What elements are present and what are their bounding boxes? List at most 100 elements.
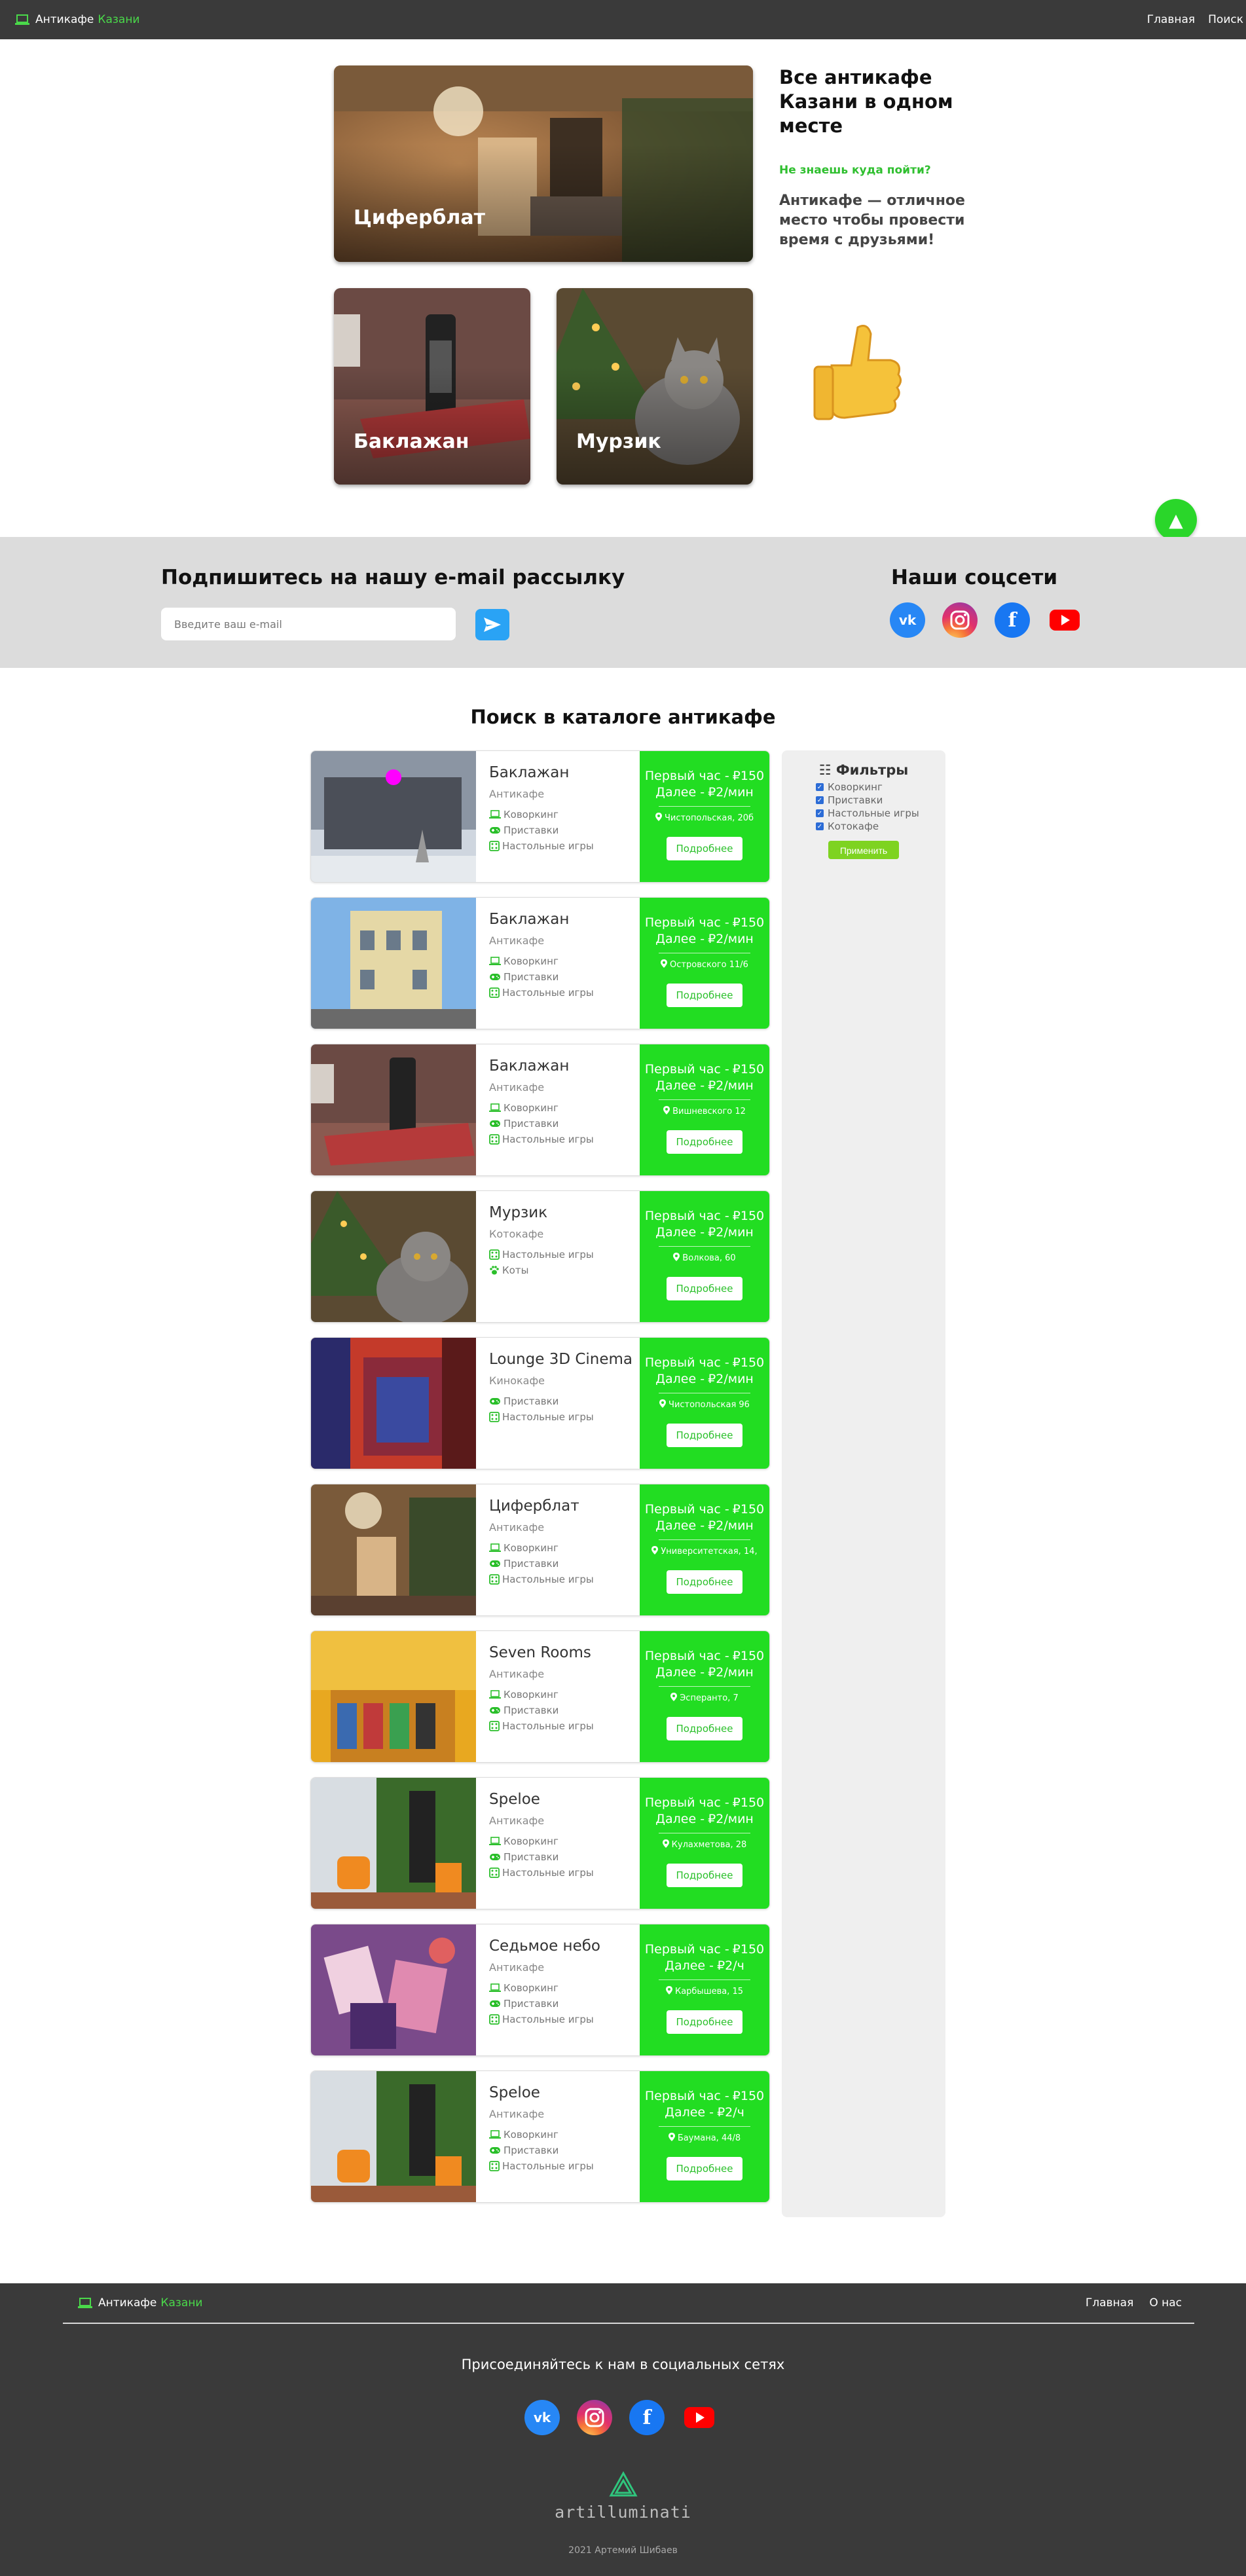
gamepad-icon: [490, 827, 500, 834]
gamepad-icon: [490, 974, 500, 980]
vk-icon[interactable]: vk: [890, 602, 925, 638]
nav-link-search[interactable]: Поиск: [1208, 13, 1243, 26]
feature-item: Приставки: [489, 969, 633, 985]
details-button[interactable]: Подробнее: [667, 2010, 742, 2034]
filters-panel: ☷ Фильтры ✓ Коворкинг ✓ Приставки ✓ Настоль…: [782, 750, 945, 2217]
price-divider: [659, 1099, 750, 1100]
gamepad-icon: [490, 1560, 500, 1567]
tile-label: Мурзик: [576, 430, 661, 453]
catalog-card[interactable]: Мурзик Котокафе Настольные игры Коты Перв…: [310, 1190, 770, 1323]
feature-item: Настольные игры: [489, 2158, 633, 2174]
brand-link[interactable]: Антикафе Казани: [14, 13, 139, 26]
price-divider: [659, 806, 750, 807]
facebook-icon[interactable]: f: [629, 2400, 665, 2435]
price-panel: Первый час - ₽150 Далее - ₽2/мин Вишневс…: [640, 1044, 769, 1175]
checkbox[interactable]: ✓: [816, 796, 824, 804]
catalog-card[interactable]: Баклажан Антикафе Коворкинг Приставки Наст…: [310, 897, 770, 1029]
cafe-name: Мурзик: [489, 1204, 548, 1221]
details-button[interactable]: Подробнее: [667, 1130, 742, 1154]
checkbox[interactable]: ✓: [816, 822, 824, 830]
catalog-card[interactable]: Баклажан Антикафе Коворкинг Приставки Наст…: [310, 1044, 770, 1176]
details-button[interactable]: Подробнее: [667, 837, 742, 860]
catalog-card[interactable]: Speloe Антикафе Коворкинг Приставки Настол…: [310, 2070, 770, 2203]
details-button[interactable]: Подробнее: [667, 1424, 742, 1447]
price-next: Далее - ₽2/мин: [655, 1812, 754, 1826]
send-button[interactable]: [475, 609, 509, 640]
hero-tile-tsiferblat[interactable]: Циферблат: [334, 65, 753, 262]
cafe-photo: [311, 898, 476, 1029]
nav-link-home[interactable]: Главная: [1147, 13, 1195, 26]
map-pin-icon: [662, 1839, 669, 1848]
cafe-address: Чистопольская 96: [640, 1399, 769, 1412]
price-first-hour: Первый час - ₽150: [644, 915, 765, 930]
feature-item: Приставки: [489, 822, 633, 838]
details-button[interactable]: Подробнее: [667, 1570, 742, 1594]
feature-item: Коворкинг: [489, 807, 633, 822]
price-panel: Первый час - ₽150 Далее - ₽2/ч Баумана, …: [640, 2071, 769, 2202]
price-first-hour: Первый час - ₽150: [644, 769, 765, 783]
details-button[interactable]: Подробнее: [667, 984, 742, 1007]
checkbox[interactable]: ✓: [816, 809, 824, 817]
cafe-photo: [311, 751, 476, 882]
filter-option-consoles[interactable]: ✓ Приставки: [816, 794, 945, 807]
cafe-name: Баклажан: [489, 764, 570, 781]
hero-tile-baklazhan[interactable]: Баклажан: [334, 288, 530, 485]
youtube-icon[interactable]: [682, 2400, 717, 2435]
catalog-card[interactable]: Циферблат Антикафе Коворкинг Приставки Нас…: [310, 1484, 770, 1616]
laptop-icon: [489, 1543, 501, 1552]
top-navbar: Антикафе Казани Главная Поиск: [0, 0, 1246, 39]
price-first-hour: Первый час - ₽150: [644, 1502, 765, 1517]
catalog-card[interactable]: Седьмое небо Антикафе Коворкинг Приставки…: [310, 1924, 770, 2056]
feature-item: Приставки: [489, 1849, 633, 1865]
footer-link-about[interactable]: О нас: [1149, 2296, 1182, 2309]
footer-brand-accent: Казани: [160, 2296, 203, 2309]
laptop-icon: [78, 2298, 92, 2308]
catalog-card[interactable]: Speloe Антикафе Коворкинг Приставки Настол…: [310, 1777, 770, 1909]
filter-option-catcafe[interactable]: ✓ Котокафе: [816, 820, 945, 833]
cafe-name: Speloe: [489, 1791, 540, 1808]
catalog-card[interactable]: Lounge 3D Cinema Кинокафе Приставки Насто…: [310, 1337, 770, 1469]
laptop-icon: [489, 1837, 501, 1845]
details-button[interactable]: Подробнее: [667, 2157, 742, 2180]
hero-tile-murzik[interactable]: Мурзик: [557, 288, 753, 485]
scroll-to-top-button[interactable]: ▲: [1155, 499, 1197, 541]
price-panel: Первый час - ₽150 Далее - ₽2/ч Карбышева…: [640, 1924, 769, 2055]
youtube-icon[interactable]: [1047, 602, 1082, 638]
checkbox[interactable]: ✓: [816, 783, 824, 791]
facebook-icon[interactable]: f: [995, 602, 1030, 638]
footer-brand-link[interactable]: Антикафе Казани: [77, 2296, 202, 2309]
dice-icon: [489, 1412, 500, 1422]
details-button[interactable]: Подробнее: [667, 1277, 742, 1300]
cafe-address: Волкова, 60: [640, 1252, 769, 1265]
price-next: Далее - ₽2/ч: [665, 2105, 744, 2120]
price-panel: Первый час - ₽150 Далее - ₽2/мин Островс…: [640, 898, 769, 1029]
price-next: Далее - ₽2/мин: [655, 932, 754, 946]
map-pin-icon: [670, 1693, 678, 1701]
footer: Антикафе Казани Главная О нас Присоединя…: [0, 2283, 1246, 2576]
vk-icon[interactable]: vk: [524, 2400, 560, 2435]
feature-item: Коворкинг: [489, 953, 633, 969]
instagram-icon[interactable]: [577, 2400, 612, 2435]
email-input[interactable]: [161, 608, 456, 640]
filter-option-coworking[interactable]: ✓ Коворкинг: [816, 781, 945, 794]
details-button[interactable]: Подробнее: [667, 1864, 742, 1887]
hero-subtitle: Антикафе — отличное место чтобы провести…: [779, 193, 965, 248]
price-divider: [659, 1686, 750, 1687]
cafe-photo: [311, 1924, 476, 2055]
instagram-icon[interactable]: [942, 602, 978, 638]
catalog-card[interactable]: Seven Rooms Антикафе Коворкинг Приставки Н…: [310, 1630, 770, 1763]
details-button[interactable]: Подробнее: [667, 1717, 742, 1740]
cafe-name: Lounge 3D Cinema: [489, 1351, 633, 1368]
footer-join-text: Присоединяйтесь к нам в социальных сетях: [461, 2357, 785, 2372]
footer-link-home[interactable]: Главная: [1086, 2296, 1133, 2309]
cafe-name: Seven Rooms: [489, 1644, 591, 1661]
paper-plane-icon: [484, 617, 501, 632]
price-next: Далее - ₽2/мин: [655, 1518, 754, 1533]
map-pin-icon: [668, 2133, 675, 2141]
price-next: Далее - ₽2/мин: [655, 1665, 754, 1680]
brand-accent-text: Казани: [98, 13, 140, 26]
card-info: Седьмое небо Антикафе Коворкинг Приставки…: [489, 1936, 633, 2027]
apply-filters-button[interactable]: Применить: [828, 841, 899, 859]
filter-option-boardgames[interactable]: ✓ Настольные игры: [816, 807, 945, 820]
catalog-card[interactable]: Баклажан Антикафе Коворкинг Приставки Наст…: [310, 750, 770, 883]
